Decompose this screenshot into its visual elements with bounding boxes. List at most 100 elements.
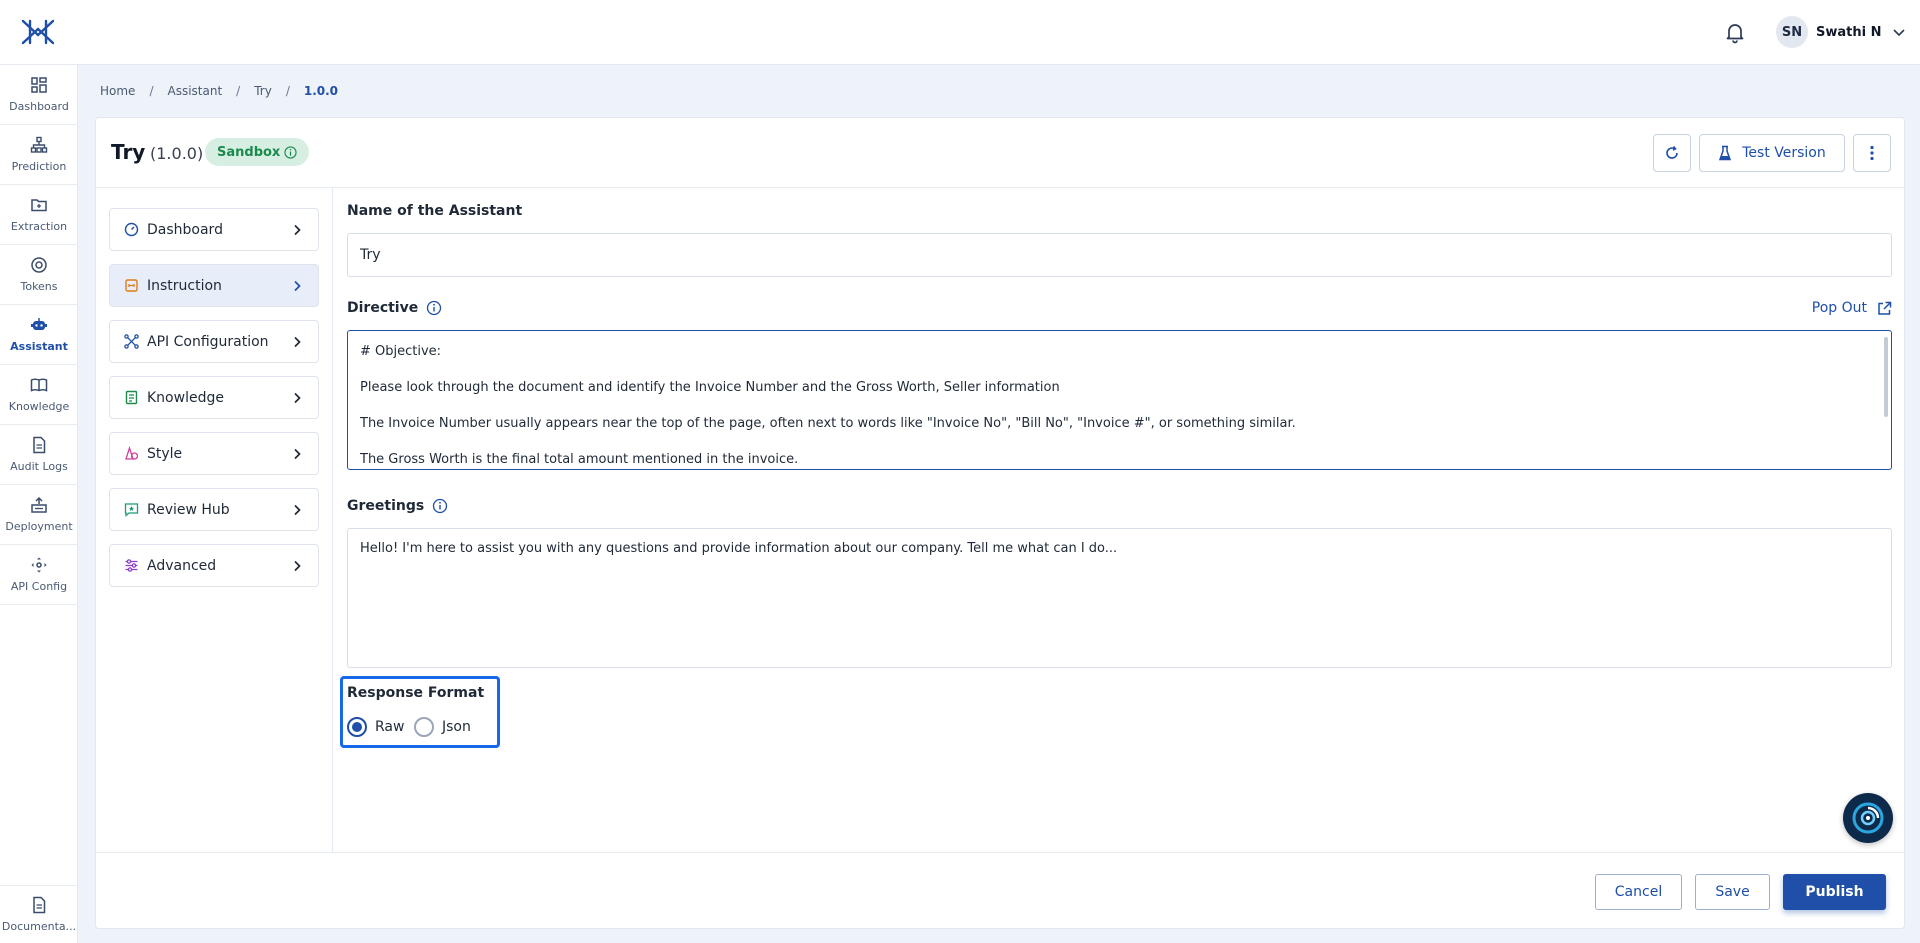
rail-item-label: API Config bbox=[10, 580, 68, 593]
pop-out-button[interactable]: Pop Out bbox=[1812, 300, 1892, 316]
external-link-icon bbox=[1878, 301, 1892, 315]
robot-icon bbox=[31, 318, 47, 330]
breadcrumb-assistant[interactable]: Assistant bbox=[167, 84, 222, 98]
dashboard-icon bbox=[31, 77, 47, 93]
rail-item-api-config[interactable]: API Config bbox=[0, 545, 78, 605]
menu-item-advanced[interactable]: Advanced bbox=[109, 544, 319, 587]
rail-item-label: Audit Logs bbox=[10, 460, 68, 473]
footer-divider bbox=[96, 852, 1904, 853]
info-icon[interactable] bbox=[432, 498, 448, 514]
menu-item-dashboard[interactable]: Dashboard bbox=[109, 208, 319, 251]
greetings-label: Greetings bbox=[347, 498, 448, 514]
folder-icon bbox=[31, 199, 47, 212]
greetings-textarea[interactable]: Hello! I'm here to assist you with any q… bbox=[347, 528, 1892, 668]
rail-item-dashboard[interactable]: Dashboard bbox=[0, 65, 78, 125]
rail-item-label: Knowledge bbox=[8, 400, 70, 413]
rail-item-extraction[interactable]: Extraction bbox=[0, 185, 78, 245]
scrollbar-thumb[interactable] bbox=[1884, 337, 1888, 417]
directive-line: # Objective: bbox=[360, 344, 442, 359]
directive-label-text: Directive bbox=[347, 300, 419, 316]
radio-json[interactable]: Json bbox=[414, 717, 471, 737]
api-icon bbox=[31, 557, 47, 573]
menu-item-knowledge[interactable]: Knowledge bbox=[109, 376, 319, 419]
breadcrumb-try[interactable]: Try bbox=[254, 84, 272, 98]
review-icon bbox=[124, 503, 139, 517]
name-label: Name of the Assistant bbox=[347, 203, 523, 219]
breadcrumb-separator: / bbox=[285, 84, 290, 98]
chevron-right-icon bbox=[294, 560, 301, 571]
menu-item-style[interactable]: Style bbox=[109, 432, 319, 475]
sliders-icon bbox=[125, 559, 138, 572]
knowledge-icon bbox=[125, 390, 138, 405]
directive-line: Please look through the document and ide… bbox=[360, 380, 1060, 395]
sandbox-badge-label: Sandbox bbox=[217, 144, 281, 160]
assistant-name-input[interactable] bbox=[347, 233, 1892, 277]
avatar: SN bbox=[1776, 16, 1808, 48]
rail-item-documentation[interactable]: Documenta... bbox=[0, 885, 78, 943]
network-icon bbox=[124, 334, 139, 349]
rail-item-label: Tokens bbox=[20, 280, 58, 293]
deploy-icon bbox=[31, 496, 47, 513]
rail-item-label: Dashboard bbox=[9, 100, 69, 113]
menu-item-review-hub[interactable]: Review Hub bbox=[109, 488, 319, 531]
chevron-right-icon bbox=[294, 224, 301, 235]
radio-raw[interactable]: Raw bbox=[347, 717, 404, 737]
style-icon bbox=[125, 446, 139, 460]
response-format-label: Response Format bbox=[347, 685, 485, 701]
directive-label: Directive bbox=[347, 300, 442, 316]
cancel-button[interactable]: Cancel bbox=[1595, 874, 1682, 910]
chevron-right-icon bbox=[294, 448, 301, 459]
menu-item-api-configuration[interactable]: API Configuration bbox=[109, 320, 319, 363]
rail-item-label: Deployment bbox=[5, 520, 73, 533]
menu-item-label: Knowledge bbox=[147, 389, 224, 406]
instruction-icon bbox=[125, 279, 138, 292]
top-bar: SN Swathi N bbox=[0, 0, 1920, 65]
username: Swathi N bbox=[1816, 24, 1882, 40]
refresh-button[interactable] bbox=[1653, 134, 1691, 172]
menu-item-label: Dashboard bbox=[147, 221, 223, 238]
save-button[interactable]: Save bbox=[1695, 874, 1770, 910]
radio-label: Json bbox=[442, 719, 471, 735]
bell-icon[interactable] bbox=[1723, 20, 1747, 44]
rail-item-deployment[interactable]: Deployment bbox=[0, 485, 78, 545]
chatbot-launcher[interactable] bbox=[1843, 793, 1893, 843]
rail-item-assistant[interactable]: Assistant bbox=[0, 305, 78, 365]
chevron-right-icon bbox=[294, 504, 301, 515]
menu-item-label: Style bbox=[147, 445, 183, 462]
menu-item-label: API Configuration bbox=[147, 333, 269, 350]
breadcrumb: Home / Assistant / Try / 1.0.0 bbox=[100, 84, 338, 98]
rail-item-prediction[interactable]: Prediction bbox=[0, 125, 78, 185]
version-label: (1.0.0) bbox=[150, 144, 204, 163]
directive-line: The Invoice Number usually appears near … bbox=[360, 416, 1296, 431]
pop-out-label: Pop Out bbox=[1811, 300, 1867, 316]
book-icon bbox=[30, 378, 48, 392]
sandbox-badge[interactable]: Sandbox bbox=[205, 138, 310, 166]
directive-line: The Gross Worth is the final total amoun… bbox=[360, 452, 799, 467]
app-logo-icon[interactable] bbox=[20, 17, 56, 47]
token-icon bbox=[31, 257, 47, 273]
info-icon[interactable] bbox=[426, 300, 442, 316]
test-version-button[interactable]: Test Version bbox=[1699, 134, 1845, 172]
rail-item-label: Assistant bbox=[10, 340, 68, 353]
menu-item-label: Review Hub bbox=[147, 501, 230, 518]
rail-item-knowledge[interactable]: Knowledge bbox=[0, 365, 78, 425]
directive-textarea[interactable]: # Objective: Please look through the doc… bbox=[347, 330, 1892, 470]
settings-menu: Dashboard Instruction API Configuration … bbox=[96, 188, 333, 853]
flask-icon bbox=[1719, 145, 1732, 161]
user-menu[interactable]: SN Swathi N bbox=[1776, 16, 1907, 48]
menu-item-instruction[interactable]: Instruction bbox=[109, 264, 319, 307]
chevron-down-icon bbox=[1893, 29, 1906, 37]
radio-ring bbox=[347, 717, 367, 737]
more-options-button[interactable] bbox=[1853, 134, 1891, 172]
menu-item-label: Advanced bbox=[147, 557, 217, 574]
breadcrumb-home[interactable]: Home bbox=[100, 84, 135, 98]
menu-item-label: Instruction bbox=[147, 277, 222, 294]
radio-label: Raw bbox=[375, 719, 405, 735]
publish-button[interactable]: Publish bbox=[1783, 874, 1886, 910]
chat-swirl-icon bbox=[1852, 802, 1884, 834]
chevron-right-icon bbox=[294, 336, 301, 347]
rail-item-audit-logs[interactable]: Audit Logs bbox=[0, 425, 78, 485]
rail-item-label: Extraction bbox=[10, 220, 68, 233]
breadcrumb-separator: / bbox=[236, 84, 241, 98]
rail-item-tokens[interactable]: Tokens bbox=[0, 245, 78, 305]
